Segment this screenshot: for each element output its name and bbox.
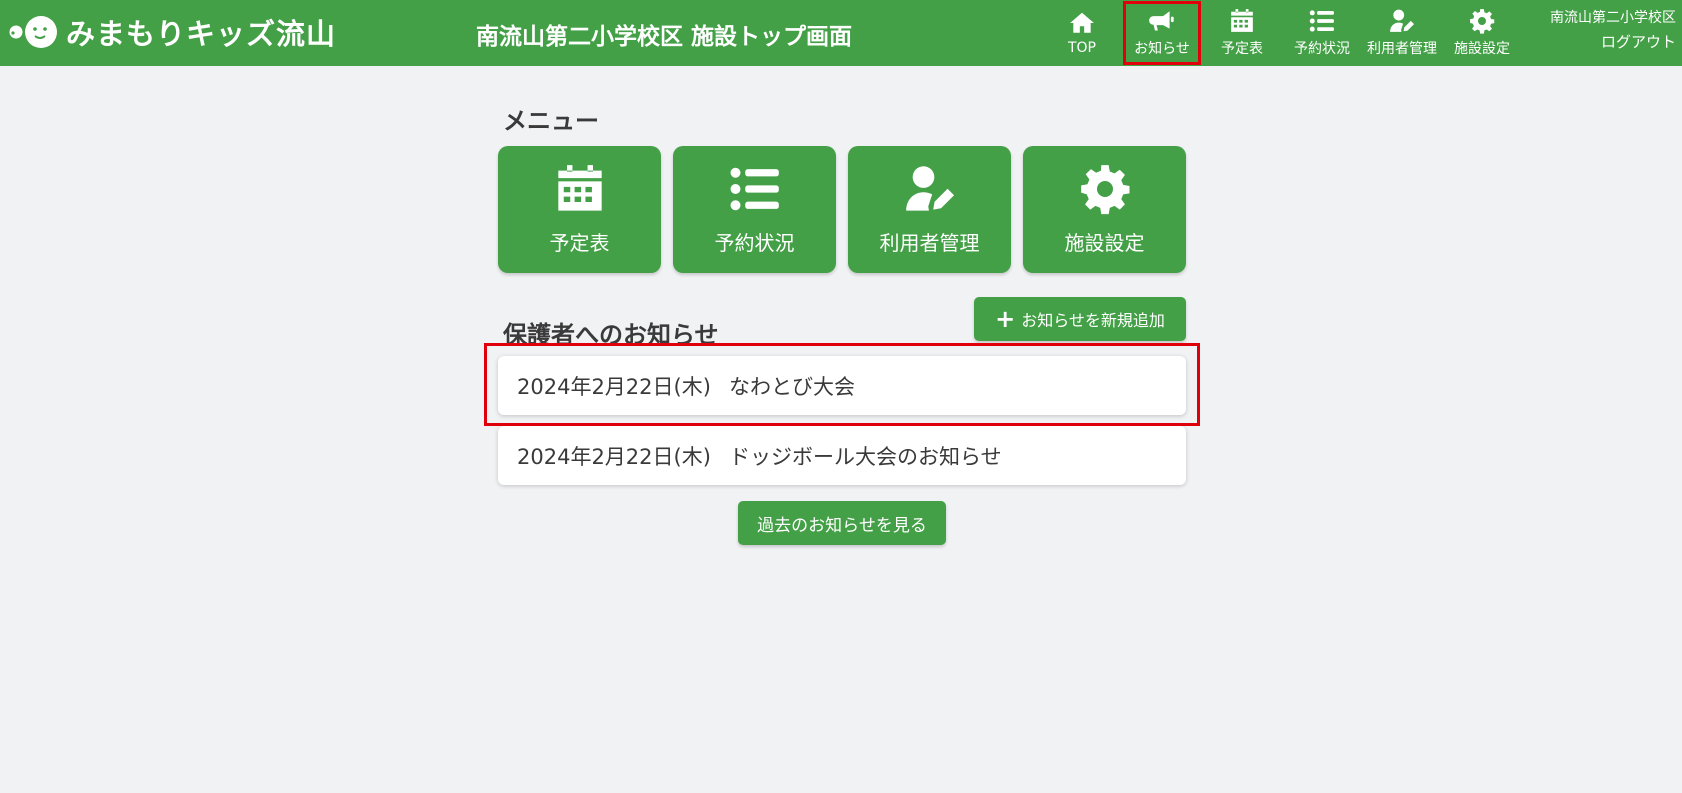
- notice-item[interactable]: 2024年2月22日(木) なわとび大会: [498, 356, 1186, 415]
- nav-item-notices[interactable]: お知らせ: [1122, 0, 1202, 66]
- menu-title: メニュー: [503, 107, 599, 135]
- app-header: みまもりキッズ流山 南流山第二小学校区 施設トップ画面 TOP お知らせ 予定表…: [0, 0, 1682, 66]
- notice-item[interactable]: 2024年2月22日(木) ドッジボール大会のお知らせ: [498, 426, 1186, 485]
- calendar-icon: [1229, 8, 1255, 34]
- add-notice-label: お知らせを新規追加: [1021, 311, 1165, 330]
- notices-title: 保護者へのお知らせ: [503, 321, 719, 349]
- notice-title: ドッジボール大会のお知らせ: [729, 444, 1002, 469]
- menu-card-label: 施設設定: [1064, 231, 1145, 255]
- top-nav: TOP お知らせ 予定表 予約状況 利用者管理 施設設定: [1042, 0, 1522, 66]
- past-notices-button[interactable]: 過去のお知らせを見る: [738, 501, 946, 545]
- notice-list: 2024年2月22日(木) なわとび大会 2024年2月22日(木) ドッジボー…: [498, 356, 1186, 496]
- nav-item-label: TOP: [1067, 40, 1096, 56]
- user-edit-icon: [902, 163, 958, 215]
- gear-icon: [1469, 8, 1495, 34]
- menu-card-facility-settings[interactable]: 施設設定: [1023, 146, 1186, 273]
- menu-card-label: 利用者管理: [879, 231, 980, 255]
- nav-item-schedule[interactable]: 予定表: [1202, 0, 1282, 66]
- user-box: 南流山第二小学校区 ログアウト: [1550, 6, 1676, 54]
- gear-icon: [1077, 163, 1133, 215]
- page-title: 南流山第二小学校区 施設トップ画面: [476, 24, 853, 50]
- logout-link[interactable]: ログアウト: [1550, 30, 1676, 54]
- menu-card-users[interactable]: 利用者管理: [848, 146, 1011, 273]
- nav-item-users[interactable]: 利用者管理: [1362, 0, 1442, 66]
- list-icon: [1309, 8, 1335, 34]
- add-notice-button[interactable]: + お知らせを新規追加: [974, 297, 1186, 341]
- calendar-icon: [552, 163, 608, 215]
- user-edit-icon: [1389, 8, 1415, 34]
- app-logo[interactable]: みまもりキッズ流山: [8, 10, 336, 54]
- nav-item-top[interactable]: TOP: [1042, 0, 1122, 66]
- menu-card-label: 予約状況: [714, 231, 795, 255]
- kids-mascot-icon: [9, 16, 57, 48]
- plus-icon: +: [995, 305, 1016, 333]
- nav-item-label: 予約状況: [1294, 41, 1350, 57]
- notice-date: 2024年2月22日(木): [517, 374, 711, 399]
- menu-card-label: 予定表: [549, 231, 610, 255]
- nav-item-label: 利用者管理: [1367, 41, 1437, 57]
- nav-item-label: 予定表: [1221, 41, 1263, 57]
- home-icon: [1069, 10, 1095, 36]
- menu-grid: 予定表 予約状況 利用者管理 施設設定: [498, 146, 1186, 273]
- nav-item-reservations[interactable]: 予約状況: [1282, 0, 1362, 66]
- nav-item-label: お知らせ: [1134, 41, 1190, 57]
- megaphone-icon: [1149, 8, 1175, 34]
- menu-card-reservations[interactable]: 予約状況: [673, 146, 836, 273]
- notice-title: なわとび大会: [729, 374, 855, 399]
- logo-text: みまもりキッズ流山: [66, 17, 337, 51]
- menu-card-schedule[interactable]: 予定表: [498, 146, 661, 273]
- notice-date: 2024年2月22日(木): [517, 444, 711, 469]
- user-name: 南流山第二小学校区: [1550, 10, 1676, 26]
- list-icon: [727, 163, 783, 215]
- nav-item-facility-settings[interactable]: 施設設定: [1442, 0, 1522, 66]
- nav-item-label: 施設設定: [1454, 41, 1510, 57]
